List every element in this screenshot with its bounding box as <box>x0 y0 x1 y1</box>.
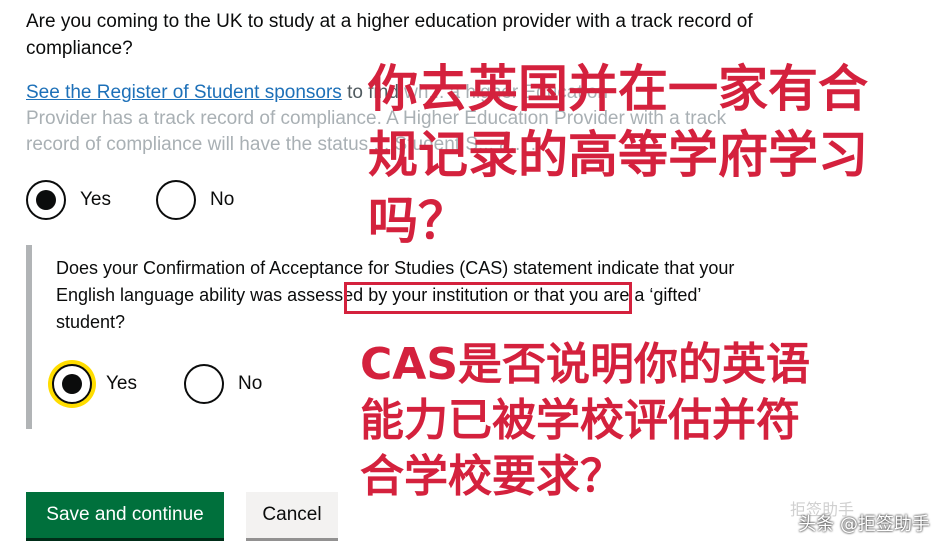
q1-yes-label[interactable]: Yes <box>80 189 111 211</box>
save-and-continue-button[interactable]: Save and continue <box>26 492 224 538</box>
q2-yes-radio[interactable] <box>52 364 92 404</box>
q1-yes-option[interactable]: Yes <box>26 180 111 220</box>
q2-yes-label[interactable]: Yes <box>106 373 137 395</box>
radio-selected-dot <box>62 374 82 394</box>
q1-no-label[interactable]: No <box>210 189 234 211</box>
radio-selected-dot <box>36 190 56 210</box>
watermark: 头条 @拒签助手 <box>798 514 930 535</box>
q1-no-radio[interactable] <box>156 180 196 220</box>
register-of-student-sponsors-link[interactable]: See the Register of Student sponsors <box>26 82 342 103</box>
q2-yes-option[interactable]: Yes <box>52 364 137 404</box>
q2-no-option[interactable]: No <box>184 364 262 404</box>
chinese-annotation-1: 你去英国并在一家有合规记录的高等学府学习吗？ <box>368 60 868 250</box>
annotation-highlight-box <box>344 282 632 314</box>
question1-text: Are you coming to the UK to study at a h… <box>26 11 753 59</box>
q2-no-radio[interactable] <box>184 364 224 404</box>
q1-yes-radio[interactable] <box>26 180 66 220</box>
chinese-annotation-2: CAS是否说明你的英语能力已被学校评估并符合学校要求？ <box>360 339 811 502</box>
q1-no-option[interactable]: No <box>156 180 234 220</box>
cancel-button[interactable]: Cancel <box>246 492 338 538</box>
q2-no-label[interactable]: No <box>238 373 262 395</box>
conditional-reveal-border <box>26 245 32 429</box>
